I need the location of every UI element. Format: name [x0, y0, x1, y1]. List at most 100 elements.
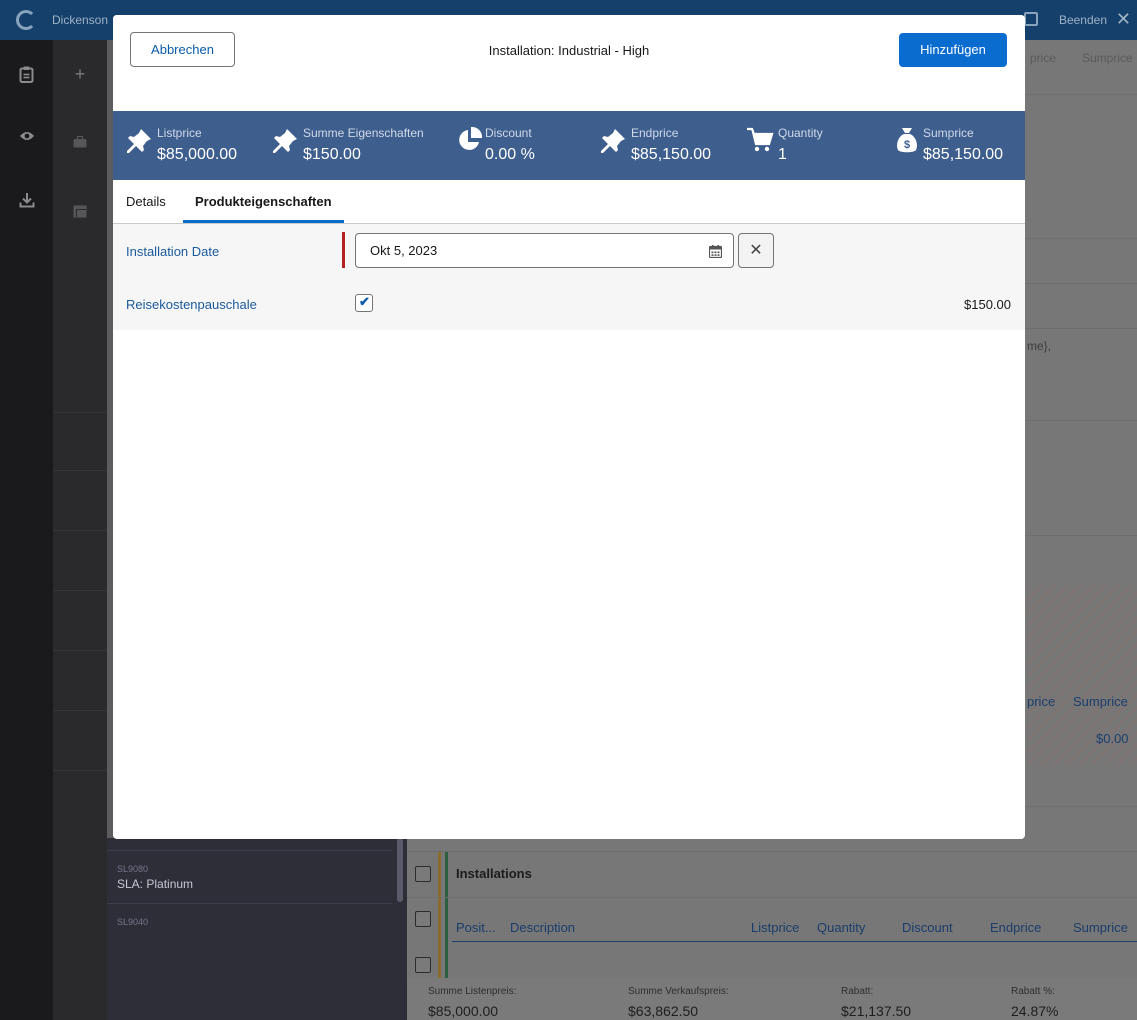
tab-produkteigenschaften[interactable]: Produkteigenschaften — [183, 180, 344, 223]
summe-listenpreis-label: Summe Listenpreis: — [428, 986, 517, 997]
clipboard-icon[interactable] — [19, 66, 34, 83]
stat-value: $85,150.00 — [923, 146, 1004, 163]
money-bag-icon: $ — [897, 128, 917, 153]
sumprice-value: $0.00 — [1096, 731, 1129, 746]
item-name: SLA: Platinum — [117, 877, 194, 891]
row-checkbox[interactable] — [415, 957, 431, 973]
pin-icon — [127, 128, 151, 153]
property-row-reisekostenpauschale: Reisekostenpauschale ✔ $150.00 — [113, 277, 1025, 330]
product-list: SL9080 SLA: Platinum SL9040 — [107, 838, 407, 1020]
table-header-discount[interactable]: Discount — [902, 920, 953, 935]
calendar-icon[interactable] — [709, 245, 722, 258]
stat-label: Endprice — [631, 126, 679, 140]
column-header: price — [1030, 51, 1057, 65]
stat-value: $85,000.00 — [157, 146, 238, 163]
calendar-icon[interactable] — [1024, 12, 1038, 26]
rabatt-value: $21,137.50 — [841, 1003, 912, 1019]
row-indicator — [438, 898, 441, 944]
stat-value: $85,150.00 — [631, 146, 712, 163]
pin-icon — [273, 128, 297, 153]
rabatt-label: Rabatt: — [841, 986, 874, 997]
divider — [407, 897, 1137, 898]
close-icon[interactable]: ✕ — [1116, 9, 1131, 30]
modal-tabs: Details Produkteigenschaften — [113, 180, 1025, 224]
layout-icon[interactable] — [73, 205, 87, 219]
stat-label: Discount — [485, 126, 532, 140]
reisekostenpauschale-price: $150.00 — [964, 297, 1011, 312]
reisekostenpauschale-label: Reisekostenpauschale — [126, 297, 257, 312]
column-header: Sumprice — [1073, 694, 1128, 709]
stat-label: Listprice — [157, 126, 202, 140]
clear-date-button[interactable]: ✕ — [738, 233, 774, 268]
row-indicator — [445, 852, 448, 898]
list-item[interactable]: SL9080 SLA: Platinum — [117, 864, 387, 891]
stat-discount: Discount 0.00 % — [456, 111, 586, 180]
row-indicator — [445, 898, 448, 944]
stat-value: 1 — [778, 146, 787, 163]
cart-icon — [747, 127, 774, 152]
divider — [53, 650, 107, 651]
column-header: Sumprice — [1082, 51, 1133, 65]
add-icon[interactable]: + — [73, 65, 87, 83]
divider — [107, 850, 392, 851]
stat-quantity: Quantity 1 — [746, 111, 856, 180]
stat-value: $150.00 — [303, 146, 361, 163]
list-item[interactable]: SL9040 — [117, 917, 387, 927]
divider — [407, 851, 1137, 852]
summe-listenpreis-value: $85,000.00 — [428, 1003, 499, 1019]
summary-footer: Summe Listenpreis: $85,000.00 Summe Verk… — [407, 978, 1137, 1020]
installation-date-value: Okt 5, 2023 — [370, 243, 438, 258]
row-indicator — [438, 944, 441, 978]
table-header-position[interactable]: Posit... — [456, 920, 496, 935]
reisekostenpauschale-checkbox[interactable]: ✔ — [355, 294, 373, 312]
divider — [53, 770, 107, 771]
stat-endprice: Endprice $85,150.00 — [599, 111, 739, 180]
property-row-installation-date: Installation Date Okt 5, 2023 ✕ — [113, 224, 1025, 277]
row-indicator — [438, 852, 441, 898]
left-nav — [0, 40, 53, 1020]
table-header-endprice[interactable]: Endprice — [990, 920, 1041, 935]
stat-listprice: Listprice $85,000.00 — [113, 111, 263, 180]
pin-icon — [601, 128, 625, 153]
group-title: Installations — [456, 866, 532, 881]
row-checkbox[interactable] — [415, 911, 431, 927]
add-button[interactable]: Hinzufügen — [899, 33, 1007, 67]
item-code: SL9040 — [117, 917, 149, 927]
installation-date-input[interactable]: Okt 5, 2023 — [355, 233, 734, 268]
stats-bar: Listprice $85,000.00 Summe Eigenschaften… — [113, 111, 1025, 180]
summe-verkaufspreis-label: Summe Verkaufspreis: — [628, 986, 729, 997]
stat-label: Quantity — [778, 126, 823, 140]
svg-text:$: $ — [904, 139, 910, 151]
required-indicator — [342, 232, 345, 268]
table-header-listprice[interactable]: Listprice — [751, 920, 799, 935]
row-indicator — [445, 944, 448, 978]
divider — [452, 941, 1137, 942]
stat-label: Summe Eigenschaften — [303, 126, 424, 140]
divider — [53, 590, 107, 591]
divider — [53, 530, 107, 531]
scrollbar[interactable] — [397, 838, 403, 902]
download-icon[interactable] — [19, 192, 35, 208]
rabatt-pct-value: 24.87% — [1011, 1003, 1059, 1019]
end-button[interactable]: Beenden — [1059, 13, 1107, 27]
table-header-quantity[interactable]: Quantity — [817, 920, 865, 935]
table-header-sumprice[interactable]: Sumprice — [1073, 920, 1128, 935]
text-fragment: me}, — [1027, 339, 1052, 353]
stat-sumprice: $ Sumprice $85,150.00 — [893, 111, 1023, 180]
checkmark-icon: ✔ — [359, 294, 370, 309]
divider — [107, 903, 392, 904]
modal-header: Abbrechen Installation: Industrial - Hig… — [113, 15, 1025, 111]
summe-verkaufspreis-value: $63,862.50 — [628, 1003, 699, 1019]
product-modal: Abbrechen Installation: Industrial - Hig… — [113, 15, 1025, 839]
installation-date-label: Installation Date — [126, 244, 220, 259]
rabatt-pct-label: Rabatt %: — [1011, 986, 1055, 997]
divider — [53, 710, 107, 711]
table-header-description[interactable]: Description — [510, 920, 575, 935]
divider — [53, 470, 107, 471]
divider — [53, 412, 107, 413]
tab-details[interactable]: Details — [126, 180, 166, 224]
eye-icon[interactable] — [19, 130, 34, 145]
stat-value: 0.00 % — [485, 146, 535, 163]
briefcase-icon[interactable] — [73, 135, 87, 150]
row-checkbox[interactable] — [415, 866, 431, 882]
